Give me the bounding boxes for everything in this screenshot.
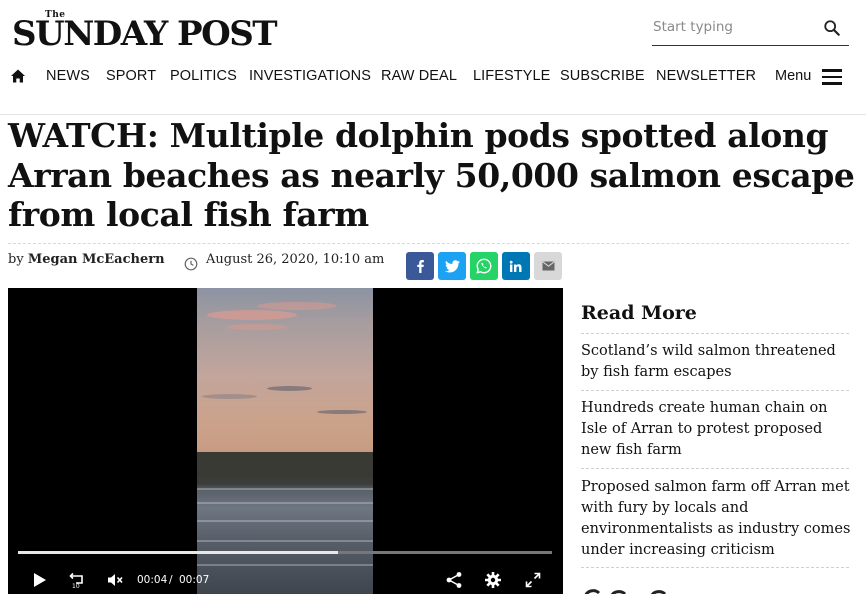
- read-more-link[interactable]: Hundreds create human chain on Isle of A…: [581, 398, 851, 461]
- video-current-time: 00:04: [137, 574, 168, 586]
- main-nav: NEWS SPORT POLITICS INVESTIGATIONS RAW D…: [0, 60, 866, 94]
- menu-label[interactable]: Menu: [775, 68, 811, 84]
- nav-item-subscribe[interactable]: SUBSCRIBE: [560, 68, 645, 84]
- twitter-icon: [444, 259, 460, 272]
- video-progress-fill: [18, 551, 339, 554]
- fullscreen-icon[interactable]: [524, 571, 542, 589]
- read-more-link[interactable]: Proposed salmon farm off Arran met with …: [581, 477, 851, 561]
- hamburger-icon[interactable]: [822, 69, 842, 85]
- publish-date: August 26, 2020, 10:10 am: [206, 252, 385, 267]
- share-facebook-button[interactable]: [406, 252, 434, 280]
- sidebar-divider: [581, 333, 849, 334]
- sidebar-divider: [581, 390, 849, 391]
- share-icon[interactable]: [445, 571, 463, 589]
- search-input[interactable]: [652, 12, 812, 42]
- video-frame: [197, 288, 373, 594]
- nav-item-sport[interactable]: SPORT: [106, 68, 156, 84]
- byline: by Megan McEachern: [8, 252, 165, 267]
- nav-item-newsletter[interactable]: NEWSLETTER: [656, 68, 756, 84]
- sidebar-divider: [581, 567, 849, 568]
- linkedin-icon: [509, 260, 522, 272]
- nav-item-politics[interactable]: POLITICS: [170, 68, 237, 84]
- site-logo[interactable]: The SUNDAY POST: [12, 8, 278, 54]
- share-whatsapp-button[interactable]: [470, 252, 498, 280]
- share-twitter-button[interactable]: [438, 252, 466, 280]
- share-email-button[interactable]: [534, 252, 562, 280]
- mute-icon[interactable]: [106, 571, 124, 589]
- video-progress-bar[interactable]: [18, 551, 552, 554]
- sidebar-logo-partial: [581, 584, 701, 594]
- author-link[interactable]: Megan McEachern: [28, 252, 165, 267]
- header-divider: [0, 114, 866, 115]
- nav-item-raw-deal[interactable]: RAW DEAL: [381, 68, 457, 84]
- headline-divider: [8, 243, 849, 244]
- article-headline: WATCH: Multiple dolphin pods spotted alo…: [8, 116, 855, 234]
- video-player[interactable]: 10 00:04 / 00:07: [8, 288, 563, 594]
- nav-item-news[interactable]: NEWS: [46, 68, 90, 84]
- facebook-icon: [417, 260, 424, 273]
- sidebar-divider: [581, 468, 849, 469]
- svg-text:10: 10: [72, 583, 80, 589]
- logo-wordmark: SUNDAY POST: [12, 14, 278, 54]
- replay-10-icon[interactable]: 10: [68, 571, 86, 589]
- video-time-separator: /: [169, 574, 173, 586]
- share-linkedin-button[interactable]: [502, 252, 530, 280]
- clock-icon: [184, 257, 198, 271]
- video-duration: 00:07: [179, 574, 210, 586]
- nav-item-investigations[interactable]: INVESTIGATIONS: [249, 68, 371, 84]
- search-box: [652, 12, 849, 46]
- read-more-heading: Read More: [581, 302, 697, 324]
- read-more-link[interactable]: Scotland’s wild salmon threatened by fis…: [581, 341, 851, 383]
- settings-gear-icon[interactable]: [484, 571, 502, 589]
- whatsapp-icon: [476, 258, 492, 274]
- search-icon[interactable]: [823, 19, 841, 37]
- play-icon[interactable]: [30, 571, 48, 589]
- home-icon[interactable]: [10, 68, 26, 84]
- email-icon: [541, 261, 555, 271]
- nav-item-lifestyle[interactable]: LIFESTYLE: [473, 68, 550, 84]
- byline-prefix: by: [8, 252, 24, 267]
